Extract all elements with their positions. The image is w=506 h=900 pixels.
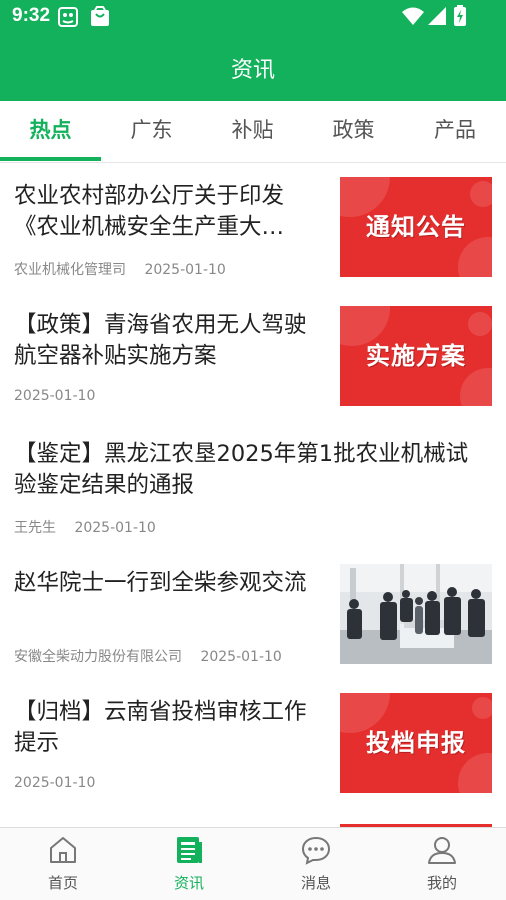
news-item[interactable]: 【鉴定】黑龙江农垦2025年第1批农业机械试验鉴定结果的通报 王先生 2025-… [0, 421, 506, 550]
tab-policy[interactable]: 政策 [303, 101, 404, 161]
thumbnail-caption: 通知公告 [366, 213, 466, 241]
news-date: 2025-01-10 [144, 262, 226, 278]
status-time: 9:32 [12, 5, 51, 26]
tab-guangdong[interactable]: 广东 [101, 101, 202, 161]
nav-messages[interactable]: 消息 [253, 828, 379, 900]
news-title: 【归档】云南省投档审核工作提示 [14, 699, 307, 756]
news-thumbnail: 通知公告 [340, 177, 492, 277]
category-tabs: 热点 广东 补贴 政策 产品 [0, 101, 506, 163]
news-item[interactable]: 【归档】云南省投档审核工作提示 2025-01-10 投档申报 [0, 679, 506, 808]
bottom-navigation: 首页 资讯 消息 我的 [0, 827, 506, 900]
news-meta: 2025-01-10 [14, 388, 95, 404]
news-title: 赵华院士一行到全柴参观交流 [14, 570, 307, 596]
meeting-photo-image [340, 564, 492, 664]
news-meta: 农业机械化管理司 2025-01-10 [14, 259, 226, 279]
news-item[interactable]: 农业农村部办公厅关于印发《农业机械安全生产重大… 农业机械化管理司 2025-0… [0, 163, 506, 292]
tab-subsidy[interactable]: 补贴 [202, 101, 303, 161]
news-source: 农业机械化管理司 [14, 262, 126, 278]
news-title: 农业农村部办公厅关于印发《农业机械安全生产重大… [14, 183, 285, 240]
message-icon [301, 836, 331, 865]
news-item-partial[interactable] [0, 808, 506, 827]
news-meta: 安徽全柴动力股份有限公司 2025-01-10 [14, 646, 282, 666]
news-date: 2025-01-10 [14, 388, 96, 404]
nav-label: 消息 [300, 874, 331, 892]
nav-home[interactable]: 首页 [0, 828, 126, 900]
wifi-icon [402, 7, 424, 25]
tab-products[interactable]: 产品 [404, 101, 506, 161]
home-icon [50, 837, 76, 863]
active-tab-indicator [0, 157, 101, 161]
news-thumbnail: 实施方案 [340, 306, 492, 406]
news-date: 2025-01-10 [74, 520, 156, 536]
news-source: 王先生 [14, 520, 56, 536]
nav-label: 首页 [47, 874, 78, 892]
profile-icon [428, 837, 456, 864]
news-thumbnail: 投档申报 [340, 693, 492, 793]
news-item[interactable]: 【政策】青海省农用无人驾驶航空器补贴实施方案 2025-01-10 实施方案 [0, 292, 506, 421]
nav-profile[interactable]: 我的 [379, 828, 505, 900]
news-icon [177, 837, 202, 863]
thumbnail-caption: 投档申报 [366, 729, 466, 757]
news-photo [340, 564, 492, 664]
cellular-signal-icon [428, 7, 446, 25]
nav-label: 资讯 [173, 874, 204, 892]
shopping-bag-icon [91, 6, 109, 26]
news-date: 2025-01-10 [200, 649, 282, 665]
news-meta: 王先生 2025-01-10 [14, 517, 156, 537]
status-bar: 9:32 [0, 0, 506, 34]
news-title: 【鉴定】黑龙江农垦2025年第1批农业机械试验鉴定结果的通报 [14, 441, 469, 498]
thumbnail-caption: 实施方案 [366, 342, 466, 370]
news-feed[interactable]: 农业农村部办公厅关于印发《农业机械安全生产重大… 农业机械化管理司 2025-0… [0, 163, 506, 827]
news-meta: 2025-01-10 [14, 775, 95, 791]
battery-icon [454, 5, 466, 26]
nav-news[interactable]: 资讯 [126, 828, 252, 900]
nav-label: 我的 [426, 874, 457, 892]
app-notification-icon [58, 7, 78, 27]
tab-hot[interactable]: 热点 [0, 101, 101, 161]
app-header: 9:32 资讯 [0, 0, 506, 101]
news-date: 2025-01-10 [14, 775, 96, 791]
news-item[interactable]: 赵华院士一行到全柴参观交流 安徽全柴动力股份有限公司 2025-01-10 [0, 550, 506, 679]
news-title: 【政策】青海省农用无人驾驶航空器补贴实施方案 [14, 312, 307, 369]
page-title: 资讯 [230, 58, 275, 83]
news-source: 安徽全柴动力股份有限公司 [14, 649, 182, 665]
